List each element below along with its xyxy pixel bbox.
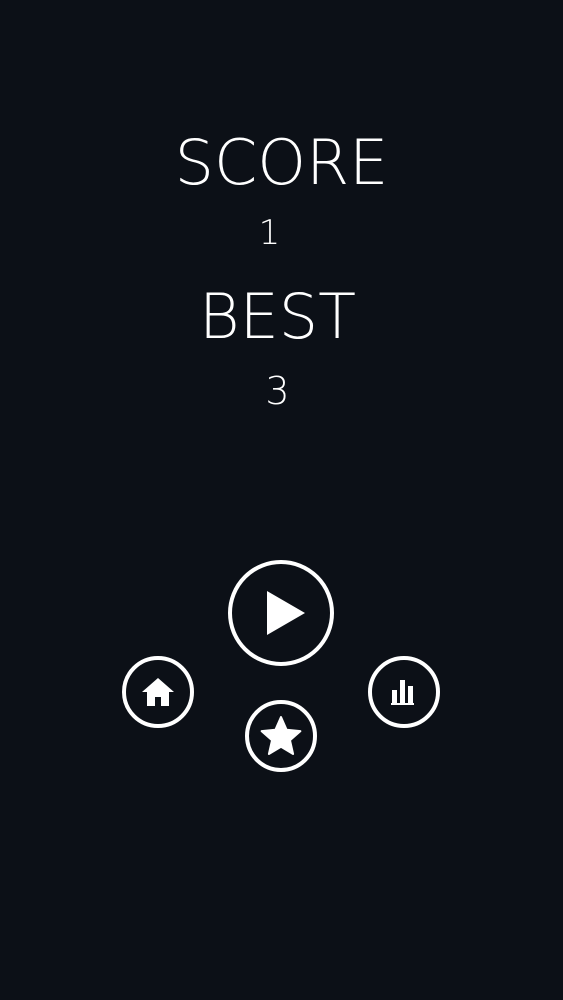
leaderboard-button[interactable]	[368, 656, 440, 728]
home-button[interactable]	[122, 656, 194, 728]
best-value: 3	[265, 369, 290, 413]
leaderboard-icon	[391, 680, 414, 705]
rate-button[interactable]	[245, 700, 317, 772]
best-label: BEST	[199, 280, 356, 353]
play-icon	[267, 591, 305, 635]
home-icon	[142, 678, 174, 706]
score-label: SCORE	[174, 126, 389, 199]
score-value: 1	[258, 213, 281, 253]
star-icon	[260, 716, 302, 755]
play-button[interactable]	[228, 560, 334, 666]
